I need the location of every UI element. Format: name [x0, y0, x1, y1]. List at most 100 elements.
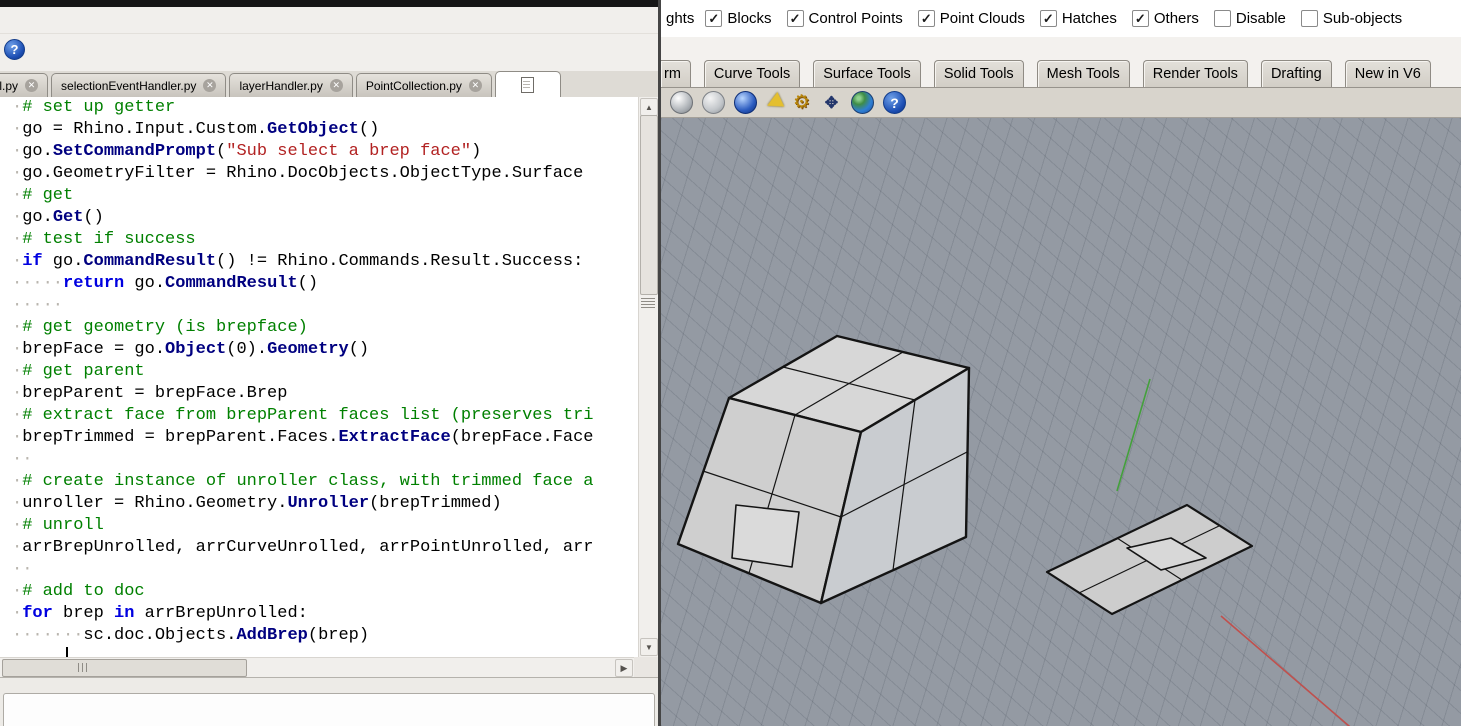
close-icon[interactable]: ✕ [203, 79, 217, 92]
code-token: · [12, 230, 23, 249]
code-line[interactable]: ·go.SetCommandPrompt("Sub select a brep … [12, 141, 638, 163]
viewport-perspective[interactable] [661, 118, 1461, 726]
checkbox-checked-icon[interactable]: ✓ [786, 10, 804, 27]
vscroll-thumb[interactable] [640, 115, 658, 295]
scroll-up-arrow[interactable]: ▲ [640, 98, 658, 116]
code-token: # get parent [22, 362, 145, 381]
code-line[interactable]: ·# get geometry (is brepface) [12, 317, 638, 339]
code-line[interactable]: ·for brep in arrBrepUnrolled: [12, 603, 638, 625]
filter-others[interactable]: ✓ Others [1131, 10, 1199, 27]
code-line[interactable]: ·brepParent = brepFace.Brep [12, 383, 638, 405]
splitter-grip-icon[interactable] [641, 296, 655, 308]
vertical-scrollbar[interactable]: ▲ ▼ [638, 97, 658, 657]
selected-subface[interactable] [731, 504, 800, 568]
filter-blocks[interactable]: ✓ Blocks [705, 10, 772, 27]
checkbox-checked-icon[interactable]: ✓ [705, 10, 723, 27]
filter-disable[interactable]: Disable [1213, 10, 1286, 27]
grip-icon[interactable] [78, 663, 90, 672]
checkbox-unchecked-icon[interactable] [1213, 10, 1231, 27]
code-line[interactable]: ····· [12, 295, 638, 317]
code-token: # create instance of unroller class, wit… [22, 472, 594, 491]
code-area: ·# set up getter ·go = Rhino.Input.Custom… [0, 97, 658, 662]
checkbox-checked-icon[interactable]: ✓ [1131, 10, 1149, 27]
tab-label: layerHandler.py [239, 78, 323, 93]
viewport-canvas[interactable] [661, 118, 1461, 726]
cone-icon[interactable] [763, 92, 785, 113]
code-line[interactable]: ·go = Rhino.Input.Custom.GetObject() [12, 119, 638, 141]
tab-mesh-tools[interactable]: Mesh Tools [1036, 60, 1130, 87]
code-token: arrBrepUnrolled, arrCurveUnrolled, arrPo… [22, 538, 594, 557]
tab-selectioneventhandler-py[interactable]: selectionEventHandler.py ✕ [51, 73, 227, 97]
tab-transform-partial[interactable]: rm [661, 60, 691, 87]
code-line[interactable]: ·# get parent [12, 361, 638, 383]
code-token: brepTrimmed = brepParent.Faces. [22, 428, 339, 447]
horizontal-scrollbar[interactable]: ▶ [0, 657, 634, 679]
close-icon[interactable]: ✕ [329, 79, 343, 92]
checkbox-label: Hatches [1061, 10, 1117, 27]
code-line[interactable]: ·go.Get() [12, 207, 638, 229]
checkbox-checked-icon[interactable]: ✓ [1039, 10, 1057, 27]
code-token: ( [216, 142, 227, 161]
filter-hatches[interactable]: ✓ Hatches [1039, 10, 1117, 27]
tab-pointcollection-py[interactable]: PointCollection.py ✕ [355, 73, 492, 97]
code-line[interactable]: ·# create instance of unroller class, wi… [12, 471, 638, 493]
tab-render-tools[interactable]: Render Tools [1142, 60, 1248, 87]
tab-layerhandler-py[interactable]: layerHandler.py ✕ [229, 73, 353, 97]
code-editor[interactable]: ·# set up getter ·go = Rhino.Input.Custom… [0, 97, 638, 657]
tab-drafting[interactable]: Drafting [1260, 60, 1332, 87]
scroll-down-arrow[interactable]: ▼ [640, 638, 658, 656]
code-line[interactable]: ·# get [12, 185, 638, 207]
code-token: · [12, 384, 23, 403]
rendered-sphere-icon[interactable] [734, 91, 757, 114]
checkbox-label: Blocks [727, 10, 772, 27]
tab-roll-py[interactable]: roll.py ✕ [0, 73, 49, 97]
code-line[interactable]: ·# test if success [12, 229, 638, 251]
output-box[interactable] [3, 693, 655, 726]
filter-point-clouds[interactable]: ✓ Point Clouds [917, 10, 1025, 27]
code-line[interactable]: ·unroller = Rhino.Geometry.Unroller(brep… [12, 493, 638, 515]
code-line[interactable]: ·· [12, 559, 638, 581]
code-token: Object [165, 340, 227, 359]
checkbox-label: Others [1153, 10, 1199, 27]
hscroll-thumb[interactable] [2, 659, 247, 677]
code-line[interactable]: ·brepFace = go.Object(0).Geometry() [12, 339, 638, 361]
scroll-right-arrow[interactable]: ▶ [615, 659, 633, 677]
help-icon[interactable]: ? [883, 91, 906, 114]
filter-sub-objects[interactable]: Sub-objects [1300, 10, 1402, 27]
code-token: go = Rhino.Input.Custom. [22, 120, 268, 139]
code-token: (0). [226, 340, 268, 359]
code-line[interactable]: ·brepTrimmed = brepParent.Faces.ExtractF… [12, 427, 638, 449]
help-icon[interactable]: ? [4, 39, 25, 60]
code-token: (brepTrimmed) [369, 494, 502, 513]
gumball-icon[interactable]: ✥ [821, 92, 842, 113]
tab-surface-tools[interactable]: Surface Tools [813, 60, 921, 87]
toolbar-tab-bar: rm Curve Tools Surface Tools Solid Tools Me… [661, 37, 1461, 88]
ghosted-sphere-icon[interactable] [702, 91, 725, 114]
tab-solid-tools[interactable]: Solid Tools [933, 60, 1024, 87]
close-icon[interactable]: ✕ [468, 79, 482, 92]
checkbox-checked-icon[interactable]: ✓ [917, 10, 935, 27]
document-icon [521, 76, 535, 93]
code-line[interactable]: ·# add to doc [12, 581, 638, 603]
code-line[interactable]: ·if go.CommandResult() != Rhino.Commands… [12, 251, 638, 273]
code-line[interactable]: ·go.GeometryFilter = Rhino.DocObjects.Ob… [12, 163, 638, 185]
code-line[interactable]: ·# extract face from brepParent faces li… [12, 405, 638, 427]
gear-icon[interactable]: ⚙ [791, 92, 812, 113]
code-line[interactable]: ·····return go.CommandResult() [12, 273, 638, 295]
code-line[interactable]: ·# set up getter [12, 97, 638, 119]
shaded-sphere-icon[interactable] [670, 91, 693, 114]
code-token: "Sub select a brep face" [226, 142, 472, 161]
code-line[interactable]: ·· [12, 449, 638, 471]
code-line[interactable]: ·# unroll [12, 515, 638, 537]
code-token: # extract face from brepParent faces lis… [22, 406, 594, 425]
code-line[interactable]: ·arrBrepUnrolled, arrCurveUnrolled, arrP… [12, 537, 638, 559]
tab-new-in-v6[interactable]: New in V6 [1344, 60, 1431, 87]
close-icon[interactable]: ✕ [25, 79, 39, 92]
tab-new-file[interactable] [494, 71, 561, 97]
earth-globe-icon[interactable] [851, 91, 874, 114]
filter-control-points[interactable]: ✓ Control Points [786, 10, 903, 27]
code-line[interactable]: ·······sc.doc.Objects.AddBrep(brep) [12, 625, 638, 647]
checkbox-unchecked-icon[interactable] [1300, 10, 1318, 27]
tab-curve-tools[interactable]: Curve Tools [703, 60, 801, 87]
code-token: if [22, 252, 43, 271]
